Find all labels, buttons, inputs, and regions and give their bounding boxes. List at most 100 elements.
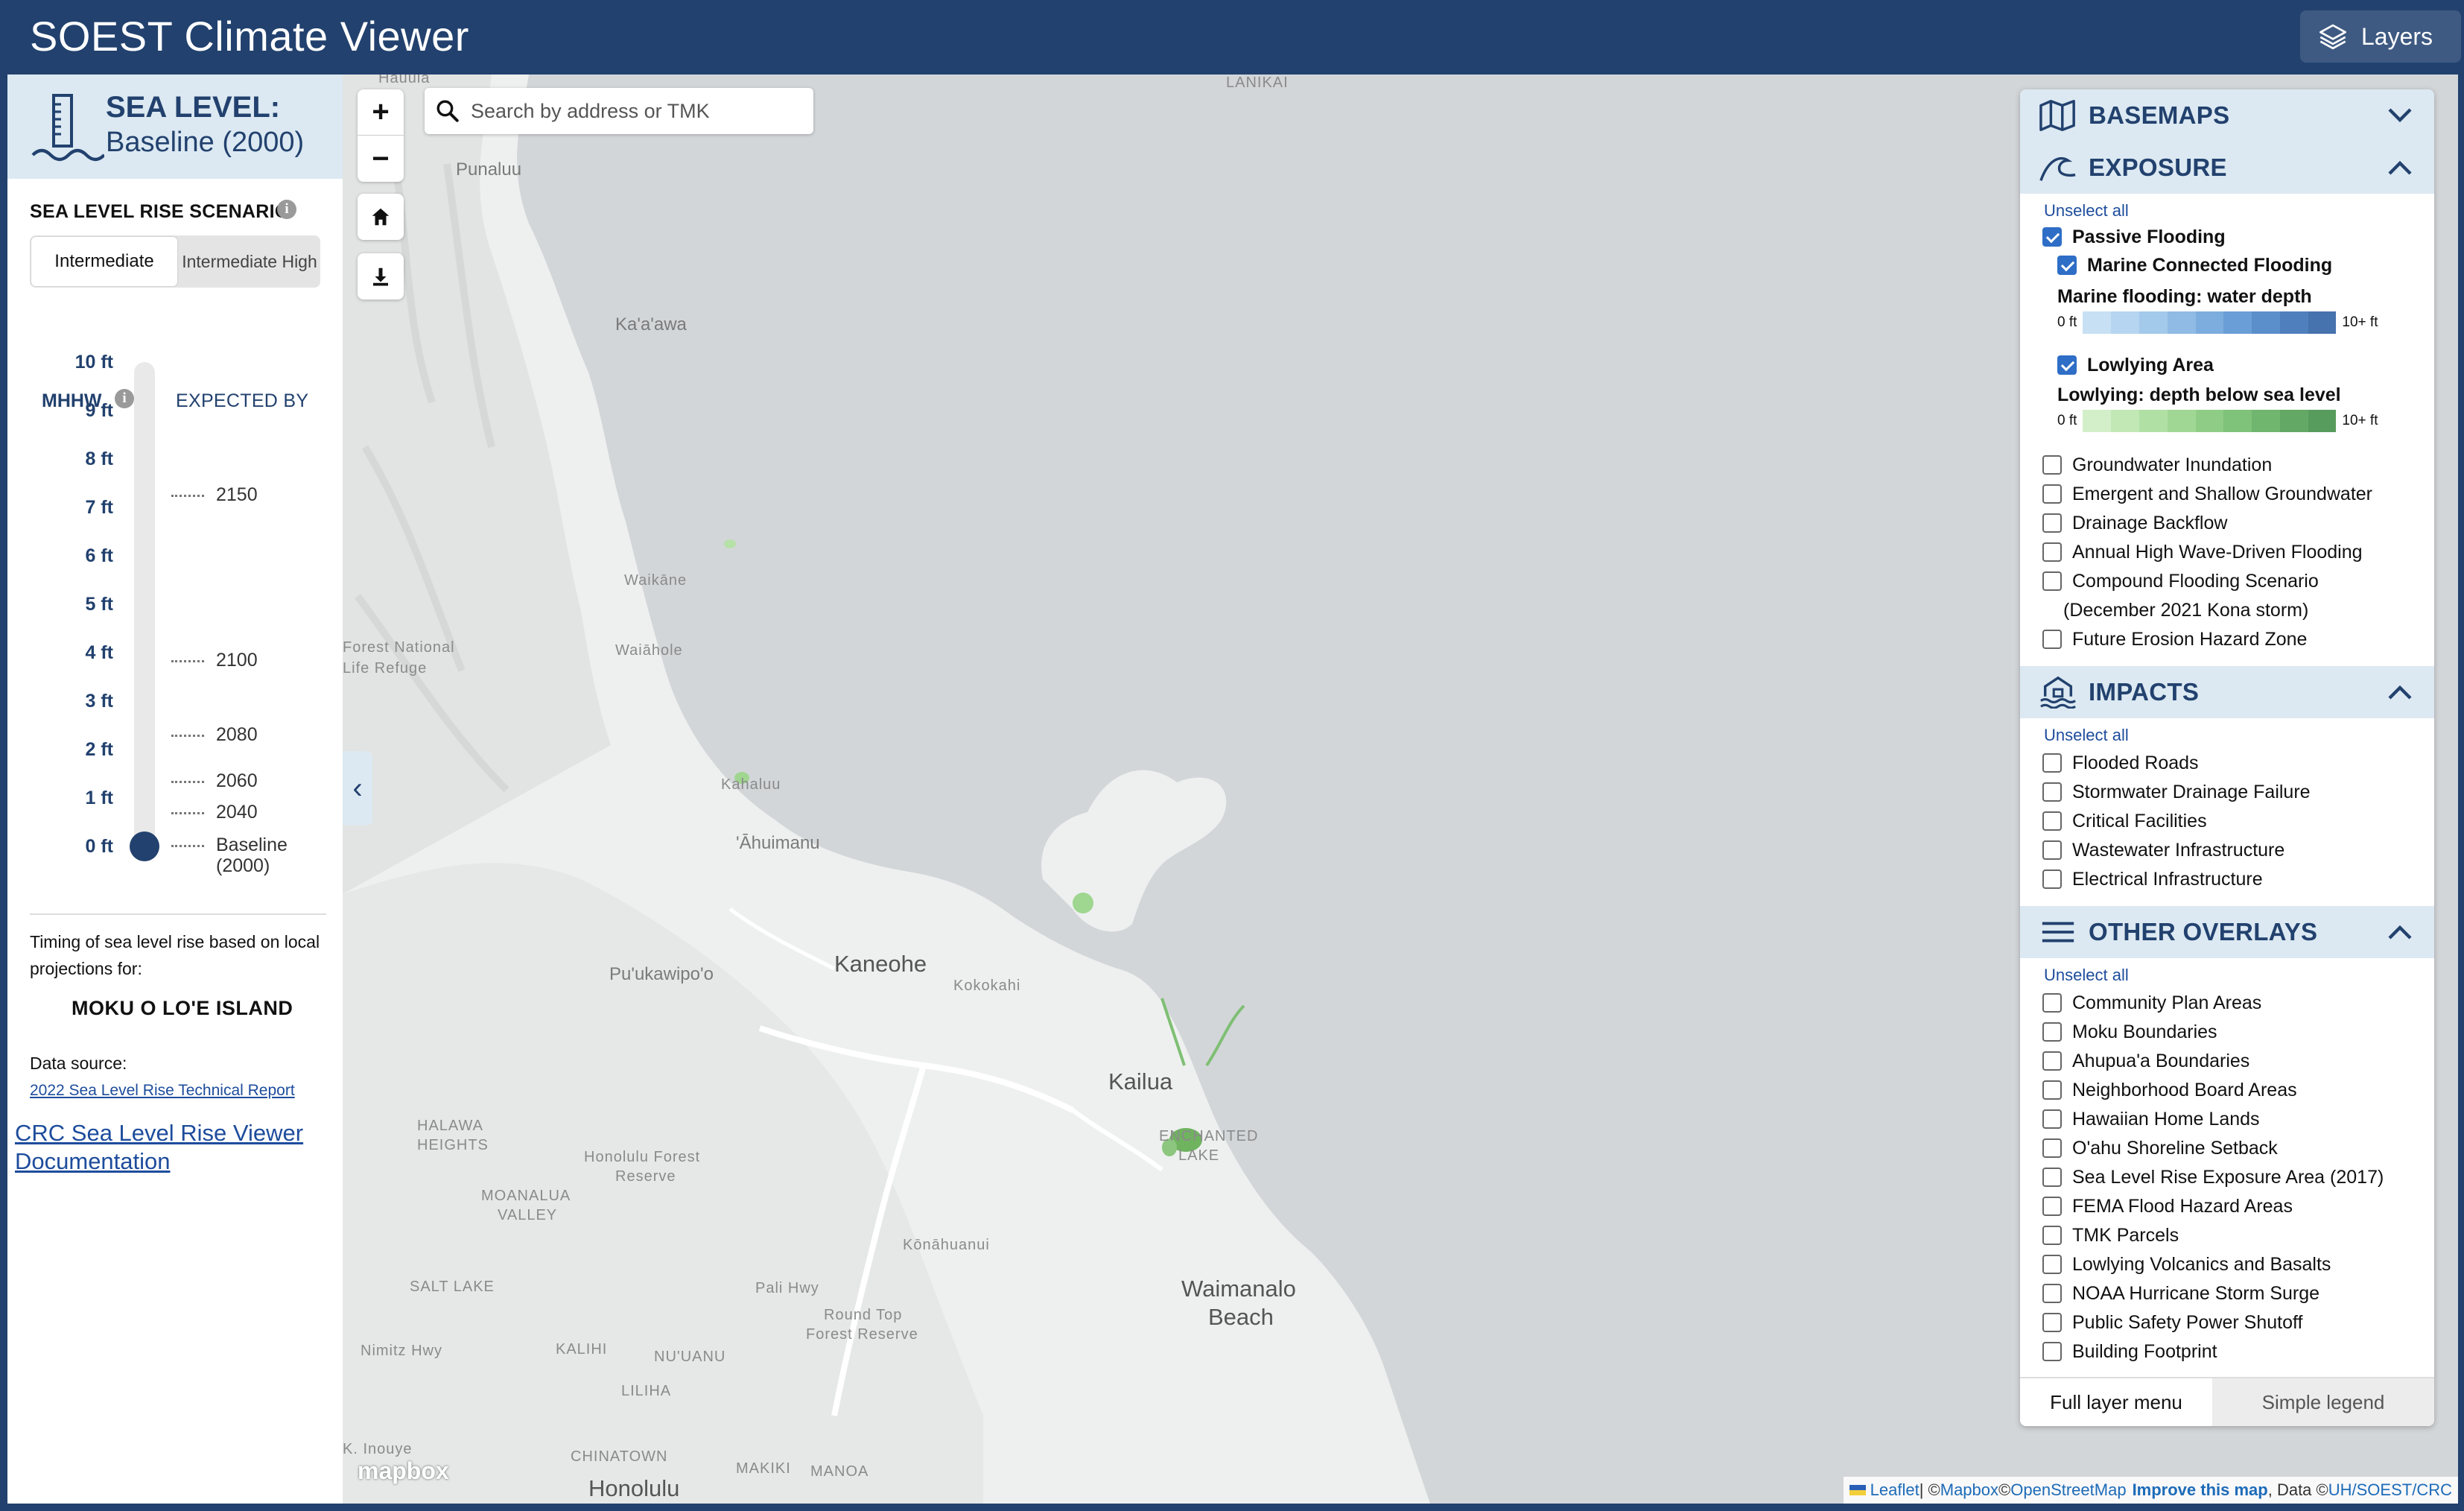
search-input[interactable] bbox=[471, 99, 798, 123]
exposure-unselect-all[interactable]: Unselect all bbox=[2044, 201, 2129, 221]
layer-passive-flooding[interactable]: Passive Flooding bbox=[2042, 224, 2226, 250]
checkbox[interactable] bbox=[2042, 1255, 2062, 1274]
layer-shoreline-setback[interactable]: O'ahu Shoreline Setback bbox=[2042, 1135, 2278, 1162]
mhhw-info-icon[interactable]: i bbox=[115, 389, 134, 408]
checkbox[interactable] bbox=[2042, 869, 2062, 889]
mapbox-link[interactable]: Mapbox bbox=[1940, 1480, 1998, 1500]
layers-button[interactable]: Layers bbox=[2300, 10, 2461, 63]
layer-building-footprint[interactable]: Building Footprint bbox=[2042, 1338, 2217, 1365]
year-tick-2040 bbox=[171, 812, 204, 814]
layer-label: Marine Connected Flooding bbox=[2087, 254, 2333, 276]
improve-map-link[interactable]: Improve this map bbox=[2133, 1480, 2268, 1500]
crc-documentation-link[interactable]: CRC Sea Level Rise Viewer Documentation bbox=[15, 1119, 335, 1176]
layer-hawaiian-home-lands[interactable]: Hawaiian Home Lands bbox=[2042, 1106, 2260, 1133]
layer-ahupuaa[interactable]: Ahupua'a Boundaries bbox=[2042, 1048, 2249, 1074]
layer-emergent-groundwater[interactable]: Emergent and Shallow Groundwater bbox=[2042, 481, 2372, 507]
other-overlays-title: OTHER OVERLAYS bbox=[2089, 918, 2318, 945]
checkbox[interactable] bbox=[2042, 1022, 2062, 1042]
exposure-section-header[interactable]: EXPOSURE bbox=[2020, 142, 2434, 194]
layer-compound-flooding[interactable]: Compound Flooding Scenario bbox=[2042, 568, 2319, 595]
checkbox[interactable] bbox=[2042, 1197, 2062, 1216]
tab-simple-legend[interactable]: Simple legend bbox=[2212, 1378, 2434, 1426]
sea-level-title: SEA LEVEL: bbox=[106, 91, 281, 124]
scenario-intermediate-high-button[interactable]: Intermediate High bbox=[179, 235, 320, 288]
layer-label: Passive Flooding bbox=[2072, 226, 2226, 247]
layer-lowlying-volcanics[interactable]: Lowlying Volcanics and Basalts bbox=[2042, 1251, 2331, 1278]
checkbox[interactable] bbox=[2042, 1313, 2062, 1332]
other-unselect-all[interactable]: Unselect all bbox=[2044, 966, 2129, 985]
checkbox[interactable] bbox=[2042, 1109, 2062, 1129]
checkbox[interactable] bbox=[2042, 513, 2062, 533]
layer-marine-connected-flooding[interactable]: Marine Connected Flooding bbox=[2057, 252, 2332, 279]
layer-compound-flooding-note: (December 2021 Kona storm) bbox=[2063, 599, 2309, 621]
zoom-out-button[interactable]: − bbox=[358, 136, 404, 182]
layer-wave-driven-flooding[interactable]: Annual High Wave-Driven Flooding bbox=[2042, 539, 2363, 566]
layer-groundwater-inundation[interactable]: Groundwater Inundation bbox=[2042, 452, 2272, 478]
map-icon bbox=[2039, 100, 2075, 131]
scenario-intermediate-button[interactable]: Intermediate bbox=[31, 237, 177, 286]
home-button[interactable] bbox=[358, 194, 404, 240]
checkbox[interactable] bbox=[2042, 1051, 2062, 1071]
checkbox[interactable] bbox=[2042, 993, 2062, 1013]
collapse-sidebar-button[interactable]: ‹ bbox=[343, 751, 372, 826]
exposure-title: EXPOSURE bbox=[2089, 153, 2227, 181]
checkbox[interactable] bbox=[2042, 1168, 2062, 1187]
checkbox[interactable] bbox=[2042, 1226, 2062, 1245]
layer-power-shutoff[interactable]: Public Safety Power Shutoff bbox=[2042, 1309, 2302, 1336]
checkbox[interactable] bbox=[2042, 542, 2062, 562]
layer-stormwater-drainage[interactable]: Stormwater Drainage Failure bbox=[2042, 779, 2311, 805]
checkbox[interactable] bbox=[2042, 1138, 2062, 1158]
mapbox-logo[interactable]: mapbox bbox=[358, 1457, 449, 1485]
layer-community-plan[interactable]: Community Plan Areas bbox=[2042, 989, 2261, 1016]
sea-level-slider-thumb[interactable] bbox=[130, 831, 159, 861]
map-view[interactable]: Hauula Punaluu Ka'a'awa Waikāne Waiāhole… bbox=[343, 75, 2458, 1504]
map-place-label: Life Refuge bbox=[343, 660, 428, 677]
zoom-in-button[interactable]: + bbox=[358, 89, 404, 136]
openstreetmap-link[interactable]: OpenStreetMap bbox=[2010, 1480, 2126, 1500]
impacts-section-header[interactable]: IMPACTS bbox=[2020, 666, 2434, 718]
checkbox[interactable] bbox=[2042, 630, 2062, 649]
layer-label: Wastewater Infrastructure bbox=[2072, 839, 2285, 861]
checkbox[interactable] bbox=[2057, 256, 2077, 275]
layer-neighborhood-board[interactable]: Neighborhood Board Areas bbox=[2042, 1077, 2297, 1103]
layer-fema-flood[interactable]: FEMA Flood Hazard Areas bbox=[2042, 1193, 2293, 1220]
layer-label: FEMA Flood Hazard Areas bbox=[2072, 1195, 2293, 1217]
checkbox[interactable] bbox=[2042, 782, 2062, 802]
layer-tmk-parcels[interactable]: TMK Parcels bbox=[2042, 1222, 2179, 1249]
map-place-label: Waiāhole bbox=[615, 642, 683, 659]
checkbox[interactable] bbox=[2042, 840, 2062, 860]
map-place-label: Kahaluu bbox=[721, 776, 781, 793]
checkbox[interactable] bbox=[2042, 1284, 2062, 1303]
layer-flooded-roads[interactable]: Flooded Roads bbox=[2042, 750, 2199, 776]
layer-drainage-backflow[interactable]: Drainage Backflow bbox=[2042, 510, 2227, 536]
leaflet-link[interactable]: Leaflet bbox=[1870, 1480, 1920, 1500]
checkbox[interactable] bbox=[2057, 355, 2077, 375]
checkbox[interactable] bbox=[2042, 455, 2062, 475]
other-overlays-section-header[interactable]: OTHER OVERLAYS bbox=[2020, 906, 2434, 958]
layer-slr-exposure-2017[interactable]: Sea Level Rise Exposure Area (2017) bbox=[2042, 1164, 2384, 1191]
download-button[interactable] bbox=[358, 253, 404, 300]
checkbox[interactable] bbox=[2042, 1342, 2062, 1361]
checkbox[interactable] bbox=[2042, 484, 2062, 504]
checkbox[interactable] bbox=[2042, 811, 2062, 831]
checkbox[interactable] bbox=[2042, 753, 2062, 773]
layer-lowlying-area[interactable]: Lowlying Area bbox=[2057, 352, 2214, 378]
layer-noaa-storm-surge[interactable]: NOAA Hurricane Storm Surge bbox=[2042, 1280, 2319, 1307]
uh-soest-crc-link[interactable]: UH/SOEST/CRC bbox=[2328, 1480, 2452, 1500]
scenario-info-icon[interactable]: i bbox=[277, 200, 296, 219]
tab-full-layer-menu[interactable]: Full layer menu bbox=[2020, 1378, 2212, 1426]
layer-label: Electrical Infrastructure bbox=[2072, 868, 2263, 890]
checkbox[interactable] bbox=[2042, 571, 2062, 591]
impacts-title: IMPACTS bbox=[2089, 678, 2200, 706]
layer-electrical[interactable]: Electrical Infrastructure bbox=[2042, 866, 2263, 893]
sea-level-slider-track[interactable] bbox=[134, 362, 155, 854]
impacts-unselect-all[interactable]: Unselect all bbox=[2044, 726, 2129, 745]
data-source-link[interactable]: 2022 Sea Level Rise Technical Report bbox=[30, 1082, 295, 1100]
layer-future-erosion[interactable]: Future Erosion Hazard Zone bbox=[2042, 626, 2307, 653]
checkbox[interactable] bbox=[2042, 227, 2062, 247]
layer-wastewater[interactable]: Wastewater Infrastructure bbox=[2042, 837, 2284, 864]
layer-moku[interactable]: Moku Boundaries bbox=[2042, 1019, 2217, 1045]
basemaps-section-header[interactable]: BASEMAPS bbox=[2020, 89, 2434, 142]
layer-critical-facilities[interactable]: Critical Facilities bbox=[2042, 808, 2207, 834]
checkbox[interactable] bbox=[2042, 1080, 2062, 1100]
